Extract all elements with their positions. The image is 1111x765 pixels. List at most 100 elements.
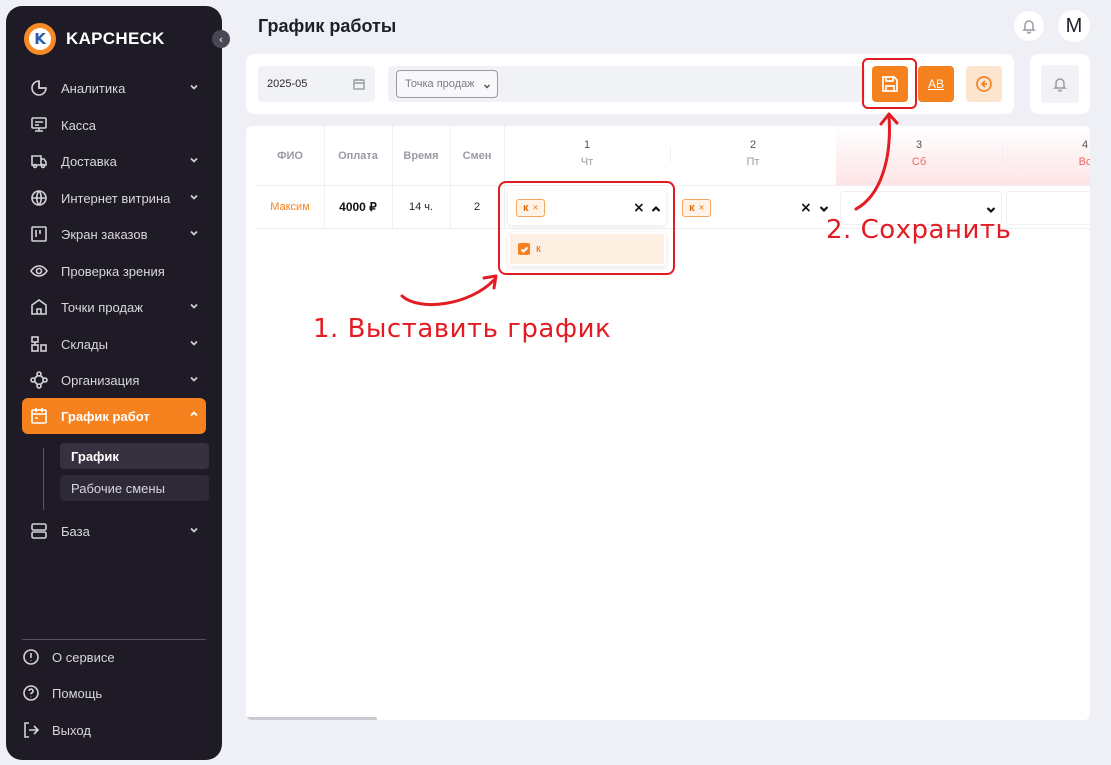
day-weekday: Чт — [580, 156, 594, 168]
logo-letter: K — [29, 28, 51, 50]
sidebar-item-delivery[interactable]: Доставка — [22, 144, 206, 178]
footer-logout[interactable]: Выход — [22, 715, 206, 745]
sidebar-item-label: Проверка зрения — [61, 263, 165, 279]
footer-help[interactable]: Помощь — [22, 678, 206, 708]
sidebar-item-organization[interactable]: Организация — [22, 363, 206, 397]
info-icon — [22, 648, 40, 666]
sidebar-item-label: Экран заказов — [61, 226, 148, 242]
sidebar-item-work-schedule[interactable]: График работ — [22, 398, 206, 434]
globe-icon — [30, 189, 48, 207]
day-number: 3 — [915, 139, 923, 151]
store-icon — [30, 298, 48, 316]
sidebar-item-label: Точки продаж — [61, 299, 143, 315]
chevron-down-icon — [188, 227, 200, 239]
month-value: 2025-05 — [267, 78, 308, 90]
header-notifications-button[interactable] — [1014, 11, 1044, 41]
sidebar-item-database[interactable]: База — [22, 514, 206, 548]
board-icon — [30, 225, 48, 243]
pie-chart-icon — [30, 79, 48, 97]
employee-shifts: 2 — [473, 201, 481, 213]
sidebar-item-label: График работ — [61, 408, 150, 424]
notify-card — [1030, 54, 1090, 114]
store-select-placeholder: Точка продаж — [405, 78, 475, 90]
annotation-step-2: 2. Сохранить — [826, 215, 1012, 245]
footer-label: Помощь — [52, 685, 103, 701]
database-icon — [30, 522, 48, 540]
brand-name: KAPCHECK — [66, 29, 165, 48]
tag-remove-icon[interactable]: ✕ — [699, 204, 705, 212]
organization-icon — [30, 371, 48, 389]
bell-icon — [1053, 78, 1067, 92]
warehouse-icon — [30, 335, 48, 353]
sidebar-item-label: Склады — [61, 336, 108, 352]
month-picker[interactable]: 2025-05 — [258, 66, 375, 102]
calendar-icon — [30, 407, 48, 425]
col-divider — [670, 146, 671, 162]
day-header: 1 Чт — [504, 126, 670, 185]
avatar[interactable]: M — [1058, 10, 1090, 42]
cash-register-icon — [30, 116, 48, 134]
sidebar-item-storefront[interactable]: Интернет витрина — [22, 181, 206, 215]
col-header-pay: Оплата — [338, 149, 378, 162]
sidebar-item-order-screen[interactable]: Экран заказов — [22, 217, 206, 251]
sidebar-item-label: База — [61, 523, 90, 539]
employee-name[interactable]: Максим — [256, 186, 324, 228]
chevron-down-icon — [188, 524, 200, 536]
bell-icon — [1022, 20, 1036, 34]
employee-time: 14 ч. — [408, 201, 434, 213]
sidebar-item-cash[interactable]: Касса — [22, 108, 206, 142]
back-button[interactable] — [966, 66, 1002, 102]
logout-icon — [22, 721, 40, 739]
footer-about[interactable]: О сервисе — [22, 642, 206, 672]
chevron-down-icon — [188, 373, 200, 385]
day-weekday: Вс — [1078, 156, 1090, 168]
logo: K — [24, 23, 56, 55]
truck-icon — [30, 152, 48, 170]
day-weekday: Сб — [911, 156, 927, 168]
chevron-down-icon — [483, 81, 491, 89]
eye-icon — [30, 262, 48, 280]
sidebar-item-label: Касса — [61, 117, 97, 133]
chevron-down-icon — [188, 154, 200, 166]
day-header: 3 Сб — [836, 126, 1002, 185]
chevron-down-icon[interactable] — [985, 203, 997, 215]
day-weekday: Пт — [746, 156, 760, 168]
col-divider — [1002, 146, 1003, 162]
shift-tag-label: к — [689, 202, 695, 214]
brand[interactable]: K KAPCHECK — [24, 23, 165, 55]
subitem-schedule[interactable]: График — [60, 443, 209, 469]
collapse-sidebar-button[interactable]: ‹ — [212, 30, 230, 48]
save-highlight — [862, 58, 917, 109]
subitem-work-shifts[interactable]: Рабочие смены — [60, 475, 209, 501]
shift-tag[interactable]: к ✕ — [682, 199, 712, 217]
page-title: График работы — [258, 16, 397, 36]
col-header-shifts: Смен — [462, 149, 492, 162]
store-select[interactable]: Точка продаж — [396, 70, 498, 98]
day-number: 2 — [749, 139, 757, 151]
sidebar-item-warehouses[interactable]: Склады — [22, 327, 206, 361]
sidebar-item-sales-points[interactable]: Точки продаж — [22, 290, 206, 324]
sidebar-item-analytics[interactable]: Аналитика — [22, 71, 206, 105]
chevron-down-icon[interactable] — [818, 202, 830, 214]
horizontal-scrollbar[interactable] — [246, 717, 377, 720]
shift-select-day-4[interactable] — [1006, 191, 1090, 225]
sidebar-item-vision-check[interactable]: Проверка зрения — [22, 254, 206, 288]
sidebar-item-label: Аналитика — [61, 80, 126, 96]
clear-icon[interactable]: × — [800, 200, 812, 216]
ab-button[interactable]: AB — [918, 66, 954, 102]
chevron-down-icon — [188, 300, 200, 312]
sidebar-item-label: Интернет витрина — [61, 190, 171, 206]
sidebar-item-label: Организация — [61, 372, 140, 388]
shift-select-day-2[interactable]: к ✕ × — [674, 191, 836, 225]
col-header-name: ФИО — [277, 149, 303, 162]
help-icon — [22, 684, 40, 702]
sidebar-item-label: Доставка — [61, 153, 117, 169]
cell-highlight — [498, 181, 675, 275]
notifications-button[interactable] — [1041, 65, 1079, 103]
day-number: 4 — [1081, 139, 1089, 151]
day-number: 1 — [583, 139, 591, 151]
filter-bar: Точка продаж — [388, 66, 866, 102]
arrow-left-circle-icon — [976, 76, 992, 92]
col-header-time: Время — [403, 149, 439, 162]
employee-pay: 4000 ₽ — [339, 200, 377, 214]
